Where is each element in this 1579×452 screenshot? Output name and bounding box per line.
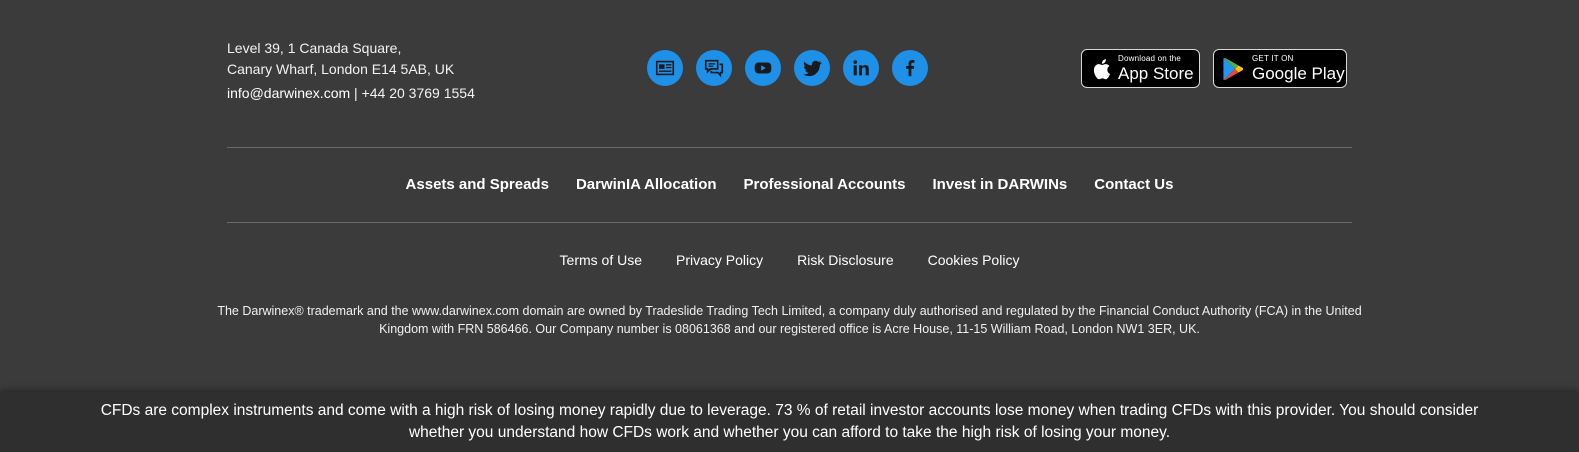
google-play-small-label: GET IT ON <box>1252 54 1294 63</box>
risk-disclosure-link[interactable]: Risk Disclosure <box>780 252 910 268</box>
cookies-policy-link[interactable]: Cookies Policy <box>911 252 1037 268</box>
social-links <box>647 50 928 86</box>
address-line-1: Level 39, 1 Canada Square, <box>227 40 402 56</box>
contact-line: info@darwinex.com | +44 20 3769 1554 <box>227 83 475 104</box>
email-link[interactable]: info@darwinex.com <box>227 85 350 101</box>
divider-bottom <box>227 222 1352 223</box>
privacy-policy-link[interactable]: Privacy Policy <box>659 252 780 268</box>
footer-address: Level 39, 1 Canada Square, Canary Wharf,… <box>227 38 475 104</box>
google-play-label: Google Play <box>1252 64 1345 83</box>
google-play-badge[interactable]: GET IT ON Google Play <box>1213 49 1347 88</box>
phone-number[interactable]: +44 20 3769 1554 <box>362 85 475 101</box>
forum-icon[interactable] <box>696 50 732 86</box>
legal-disclaimer: The Darwinex® trademark and the www.darw… <box>217 304 1362 336</box>
nav-invest-in-darwins[interactable]: Invest in DARWINs <box>919 176 1081 193</box>
app-store-badge[interactable]: Download on the App Store <box>1081 49 1200 88</box>
app-store-label: App Store <box>1118 64 1194 83</box>
nav-darwinia-allocation[interactable]: DarwinIA Allocation <box>562 176 730 193</box>
google-play-text: GET IT ON Google Play <box>1252 54 1345 83</box>
contact-separator: | <box>350 85 362 101</box>
divider-top <box>227 147 1352 148</box>
nav-assets-and-spreads[interactable]: Assets and Spreads <box>392 176 562 193</box>
risk-warning-banner: CFDs are complex instruments and come wi… <box>0 392 1579 452</box>
risk-warning-text: CFDs are complex instruments and come wi… <box>100 402 1479 441</box>
linkedin-icon[interactable] <box>843 50 879 86</box>
address-line-2: Canary Wharf, London E14 5AB, UK <box>227 61 455 77</box>
app-store-text: Download on the App Store <box>1118 54 1194 83</box>
app-store-small-label: Download on the <box>1118 54 1182 63</box>
legal-nav: Terms of Use Privacy Policy Risk Disclos… <box>0 252 1579 268</box>
terms-of-use-link[interactable]: Terms of Use <box>543 252 659 268</box>
apple-icon <box>1091 58 1111 80</box>
nav-contact-us[interactable]: Contact Us <box>1081 176 1187 193</box>
facebook-icon[interactable] <box>892 50 928 86</box>
nav-professional-accounts[interactable]: Professional Accounts <box>730 176 919 193</box>
main-footer-nav: Assets and Spreads DarwinIA Allocation P… <box>0 176 1579 193</box>
twitter-icon[interactable] <box>794 50 830 86</box>
google-play-icon <box>1223 57 1245 81</box>
news-icon[interactable] <box>647 50 683 86</box>
youtube-icon[interactable] <box>745 50 781 86</box>
